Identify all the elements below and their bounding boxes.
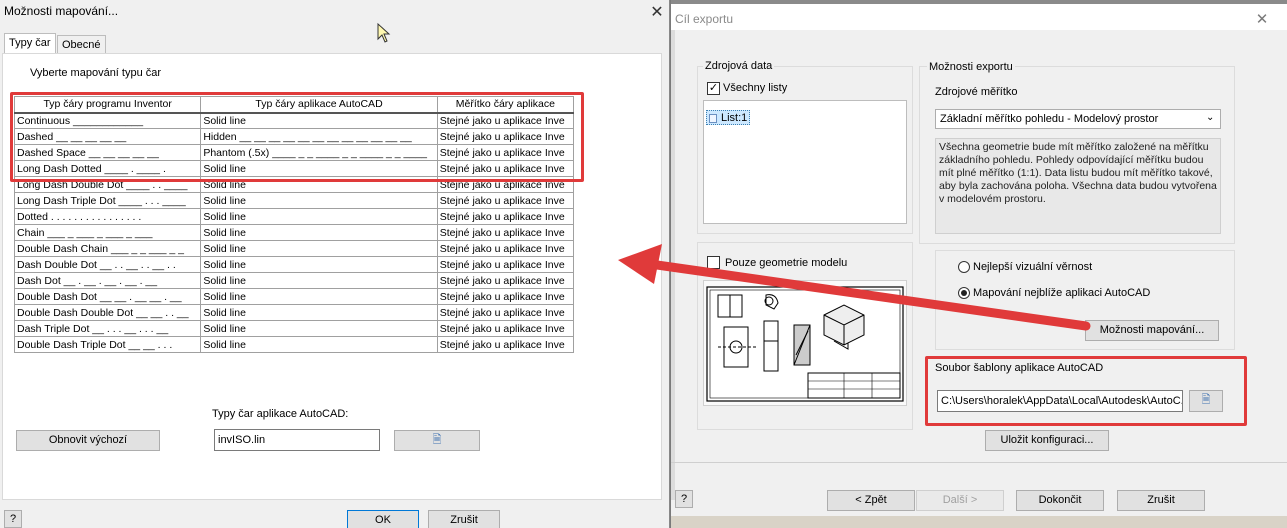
table-row[interactable]: Double Dash Dot __ __ . __ __ . __ Solid … (13, 288, 575, 305)
browse-button[interactable]: 🗎 (1189, 390, 1223, 412)
help-button[interactable]: ? (4, 510, 22, 528)
linetype-scale-cell[interactable]: Stejné jako u aplikace Inve (436, 320, 575, 337)
template-group-title: Soubor šablony aplikace AutoCAD (935, 362, 1104, 374)
annotation-arrow (618, 244, 1091, 331)
source-scale-label: Zdrojové měřítko (935, 86, 1018, 98)
inventor-linetype-cell[interactable]: Double Dash Chain ___ _ _ ___ _ _ (13, 240, 202, 257)
mapping-dialog-title: Možnosti mapování... (4, 4, 119, 18)
linetype-scale-cell[interactable]: Stejné jako u aplikace Inve (436, 224, 575, 241)
inventor-linetype-cell[interactable]: Double Dash Triple Dot __ __ . . . (13, 336, 202, 353)
table-row[interactable]: Long Dash Triple Dot ____ . . . ____ Soli… (13, 192, 575, 209)
save-config-button[interactable]: Uložit konfiguraci... (985, 430, 1109, 451)
help-button[interactable]: ? (675, 490, 693, 508)
template-path-input[interactable]: C:\Users\horalek\AppData\Local\Autodesk\… (937, 390, 1183, 412)
close-icon[interactable]: ✕ (1247, 10, 1277, 30)
autocad-linetype-cell[interactable]: Solid line (200, 288, 438, 305)
inventor-linetype-cell[interactable]: Double Dash Double Dot __ __ . . __ (13, 304, 202, 321)
inventor-linetype-cell[interactable]: Dash Dot __ . __ . __ . __ . __ (13, 272, 202, 289)
table-row[interactable]: Double Dash Chain ___ _ _ ___ _ _ Solid l… (13, 240, 575, 257)
source-data-title: Zdrojová data (703, 60, 775, 72)
table-row[interactable]: Dotted . . . . . . . . . . . . . . . . So… (13, 208, 575, 225)
instruction-label: Vyberte mapování typu čar (30, 67, 162, 79)
inventor-linetype-cell[interactable]: Chain ___ _ ___ _ ___ _ ___ (13, 224, 202, 241)
sheet-icon (709, 114, 717, 123)
finish-button[interactable]: Dokončit (1016, 490, 1104, 511)
linetype-scale-cell[interactable]: Stejné jako u aplikace Inve (436, 256, 575, 273)
linetype-scale-cell[interactable]: Stejné jako u aplikace Inve (436, 288, 575, 305)
linetype-scale-cell[interactable]: Stejné jako u aplikace Inve (436, 336, 575, 353)
tab-general[interactable]: Obecné (57, 35, 106, 55)
all-sheets-checkbox[interactable]: ✓ (707, 82, 720, 95)
background-thumbnail-strip (671, 516, 1287, 528)
restore-defaults-button[interactable]: Obnovit výchozí (16, 430, 160, 451)
all-sheets-label: Všechny listy (723, 82, 788, 94)
cancel-button[interactable]: Zrušit (1117, 490, 1205, 511)
source-scale-value: Základní měřítko pohledu - Modelový pros… (940, 113, 1159, 125)
table-row[interactable]: Dash Double Dot __ . . __ . . __ . . Soli… (13, 256, 575, 273)
autocad-linetype-cell[interactable]: Solid line (200, 336, 438, 353)
table-row[interactable]: Dash Dot __ . __ . __ . __ . __ Solid lin… (13, 272, 575, 289)
browse-linetype-button[interactable]: 🗎 (394, 430, 480, 451)
chevron-down-icon: ⌄ (1206, 112, 1215, 123)
sheet-item-label: List:1 (721, 112, 748, 124)
inventor-linetype-cell[interactable]: Dash Triple Dot __ . . . __ . . . __ (13, 320, 202, 337)
next-button[interactable]: Další > (916, 490, 1004, 511)
linetype-scale-cell[interactable]: Stejné jako u aplikace Inve (436, 208, 575, 225)
scale-description: Všechna geometrie bude mít měřítko založ… (935, 138, 1221, 234)
table-highlight (10, 92, 584, 182)
inventor-linetype-cell[interactable]: Long Dash Triple Dot ____ . . . ____ (13, 192, 202, 209)
sheet-list-item[interactable]: List:1 (706, 110, 750, 125)
footer-divider (671, 462, 1287, 463)
autocad-linetype-cell[interactable]: Solid line (200, 208, 438, 225)
linetype-scale-cell[interactable]: Stejné jako u aplikace Inve (436, 304, 575, 321)
inventor-linetype-cell[interactable]: Double Dash Dot __ __ . __ __ . __ (13, 288, 202, 305)
export-options-title: Možnosti exportu (927, 61, 1015, 73)
autocad-linetype-cell[interactable]: Solid line (200, 304, 438, 321)
export-dialog-title: Cíl exportu (675, 12, 734, 26)
close-icon[interactable]: ✕ (644, 2, 670, 22)
table-row[interactable]: Double Dash Triple Dot __ __ . . . Solid … (13, 336, 575, 353)
linetype-scale-cell[interactable]: Stejné jako u aplikace Inve (436, 272, 575, 289)
inventor-linetype-cell[interactable]: Dash Double Dot __ . . __ . . __ . . (13, 256, 202, 273)
tab-linetypes[interactable]: Typy čar (4, 33, 56, 55)
source-scale-dropdown[interactable]: Základní měřítko pohledu - Modelový pros… (935, 109, 1221, 129)
autocad-linetype-cell[interactable]: Solid line (200, 320, 438, 337)
autocad-linetype-cell[interactable]: Solid line (200, 224, 438, 241)
ok-button[interactable]: OK (347, 510, 419, 528)
inventor-linetype-cell[interactable]: Dotted . . . . . . . . . . . . . . . . (13, 208, 202, 225)
mapping-options-dialog: Možnosti mapování... ✕ Typy čar Obecné V… (0, 0, 670, 528)
back-button[interactable]: < Zpět (827, 490, 915, 511)
table-row[interactable]: Double Dash Double Dot __ __ . . __ Solid… (13, 304, 575, 321)
table-row[interactable]: Chain ___ _ ___ _ ___ _ ___ Solid line Ste… (13, 224, 575, 241)
autocad-linetype-cell[interactable]: Solid line (200, 192, 438, 209)
autocad-linetype-cell[interactable]: Solid line (200, 240, 438, 257)
folder-browse-icon: 🗎 (1201, 394, 1211, 406)
table-row[interactable]: Dash Triple Dot __ . . . __ . . . __ Soli… (13, 320, 575, 337)
cancel-button[interactable]: Zrušit (428, 510, 500, 528)
linetype-scale-cell[interactable]: Stejné jako u aplikace Inve (436, 192, 575, 209)
linetype-scale-cell[interactable]: Stejné jako u aplikace Inve (436, 240, 575, 257)
acad-linetypes-label: Typy čar aplikace AutoCAD: (212, 408, 349, 420)
cursor-icon (377, 22, 391, 43)
folder-browse-icon: 🗎 (432, 434, 442, 446)
linetype-file-input[interactable]: invISO.lin (214, 429, 380, 451)
autocad-linetype-cell[interactable]: Solid line (200, 272, 438, 289)
autocad-linetype-cell[interactable]: Solid line (200, 256, 438, 273)
sheet-list[interactable]: List:1 (703, 100, 907, 224)
export-dialog-titlebar: Cíl exportu ✕ (671, 4, 1287, 30)
